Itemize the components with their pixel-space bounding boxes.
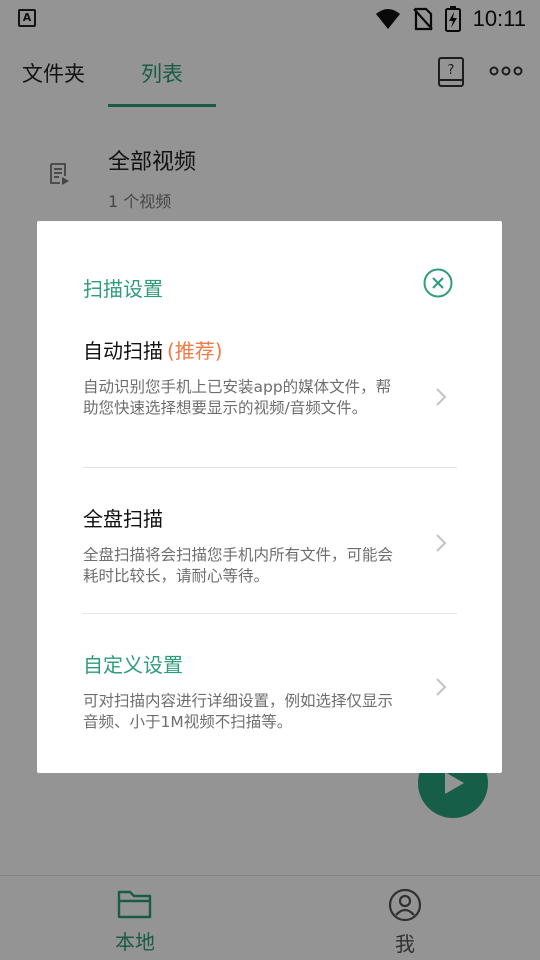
close-icon[interactable] xyxy=(423,268,453,298)
custom-settings-option[interactable]: 自定义设置 可对扫描内容进行详细设置，例如选择仅显示音频、小于1M视频不扫描等。 xyxy=(83,649,457,739)
option-description: 自动识别您手机上已安装app的媒体文件，帮助您快速选择想要显示的视频/音频文件。 xyxy=(83,378,392,417)
custom-settings-title: 自定义设置 xyxy=(83,653,183,677)
auto-scan-title: 自动扫描 xyxy=(83,339,163,363)
auto-scan-option[interactable]: 自动扫描 (推荐) 自动识别您手机上已安装app的媒体文件，帮助您快速选择想要显示… xyxy=(83,335,457,445)
chevron-right-icon xyxy=(436,388,447,406)
full-scan-title: 全盘扫描 xyxy=(83,507,163,531)
chevron-right-icon xyxy=(436,678,447,696)
scan-settings-dialog: 扫描设置 自动扫描 (推荐) 自动识别您手机上已安装app的媒体文件，帮助您快速选… xyxy=(37,221,502,773)
divider xyxy=(83,467,457,468)
dialog-title: 扫描设置 xyxy=(83,277,163,301)
recommended-badge: (推荐) xyxy=(167,339,223,363)
option-description: 全盘扫描将会扫描您手机内所有文件，可能会耗时比较长，请耐心等待。 xyxy=(83,546,394,585)
option-description: 可对扫描内容进行详细设置，例如选择仅显示音频、小于1M视频不扫描等。 xyxy=(83,692,394,731)
chevron-right-icon xyxy=(436,534,447,552)
full-scan-option[interactable]: 全盘扫描 全盘扫描将会扫描您手机内所有文件，可能会耗时比较长，请耐心等待。 xyxy=(83,503,457,593)
option-title: 自动扫描 (推荐) xyxy=(83,335,457,364)
divider xyxy=(83,613,457,614)
